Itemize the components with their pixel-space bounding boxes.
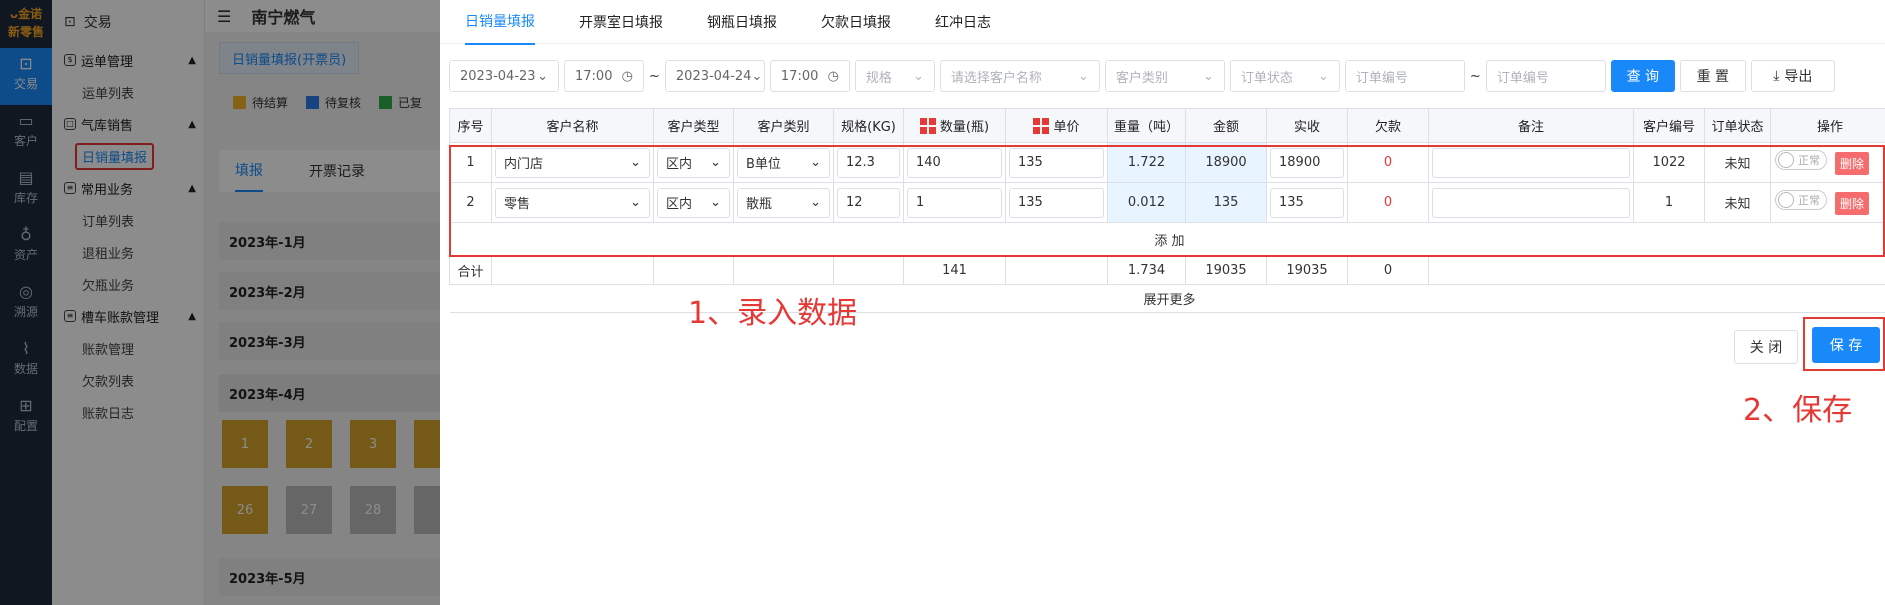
total-amount: 19035 <box>1185 256 1267 285</box>
expand-row: 展开更多 <box>449 284 1885 313</box>
chevron-down-icon: ⌄ <box>1318 68 1329 84</box>
total-owe: 0 <box>1347 256 1429 285</box>
save-button[interactable]: 保 存 <box>1812 327 1880 363</box>
chevron-down-icon: ⌄ <box>537 68 548 84</box>
start-date-picker[interactable]: 2023-04-23 ⌄ <box>449 60 559 92</box>
col-header: 数量(瓶) <box>903 108 1006 143</box>
download-icon: ⤓ <box>1773 68 1780 84</box>
order-no-from-input[interactable]: 订单编号 <box>1344 60 1465 92</box>
daily-sales-dialog: 日销量填报 开票室日填报 钢瓶日填报 欠款日填报 红冲日志 2023-04-23… <box>440 0 1885 605</box>
order-no-to-input[interactable]: 订单编号 <box>1485 60 1606 92</box>
col-header: 操作 <box>1770 108 1885 143</box>
tab-arrears[interactable]: 欠款日填报 <box>821 12 891 32</box>
reset-button[interactable]: 重 置 <box>1679 60 1746 92</box>
modal-backdrop[interactable] <box>0 0 440 605</box>
tab-red-reversal-log[interactable]: 红冲日志 <box>935 12 991 32</box>
annotation-step1: 1、录入数据 <box>688 296 858 331</box>
chevron-down-icon: ⌄ <box>913 68 924 84</box>
total-quantity: 141 <box>903 256 1006 285</box>
grid-icon <box>1033 118 1050 134</box>
col-header: 客户编号 <box>1633 108 1705 143</box>
chevron-down-icon: ⌄ <box>1078 68 1089 84</box>
query-button[interactable]: 查 询 <box>1610 60 1675 92</box>
customer-select[interactable]: 请选择客户名称 ⌄ <box>939 60 1100 92</box>
col-header: 订单状态 <box>1704 108 1771 143</box>
clock-icon: ◷ <box>827 68 839 84</box>
spec-select[interactable]: 规格 ⌄ <box>854 60 935 92</box>
col-header: 客户类别 <box>733 108 834 143</box>
grid-icon <box>919 118 936 134</box>
annotation-step2: 2、保存 <box>1743 393 1853 428</box>
col-header: 重量（吨） <box>1107 108 1186 143</box>
end-time-picker[interactable]: 17:00 ◷ <box>769 60 850 92</box>
filter-bar: 2023-04-23 ⌄ 17:00 ◷ ~ 2023-04-24 ⌄ 17:00 ◷ … <box>449 60 1835 92</box>
chevron-down-icon: ⌄ <box>751 68 763 84</box>
range-separator: ~ <box>649 68 660 84</box>
col-header: 实收 <box>1266 108 1348 143</box>
total-paid: 19035 <box>1266 256 1348 285</box>
clock-icon: ◷ <box>621 68 633 84</box>
table-header-row: 序号 客户名称 客户类型 客户类别 规格(KG) 数量(瓶) 单价 重量（吨） … <box>449 108 1885 143</box>
end-date-picker[interactable]: 2023-04-24 ⌄ <box>664 60 765 92</box>
range-separator: ~ <box>1469 68 1481 84</box>
col-header: 备注 <box>1428 108 1634 143</box>
col-header: 欠款 <box>1347 108 1429 143</box>
dialog-tabs: 日销量填报 开票室日填报 钢瓶日填报 欠款日填报 红冲日志 <box>440 0 1885 45</box>
tab-daily-sales[interactable]: 日销量填报 <box>465 0 535 45</box>
order-status-select[interactable]: 订单状态 ⌄ <box>1229 60 1340 92</box>
customer-category-select[interactable]: 客户类别 ⌄ <box>1104 60 1225 92</box>
total-label: 合计 <box>449 256 492 285</box>
col-header: 序号 <box>449 108 492 143</box>
col-header: 客户类型 <box>653 108 734 143</box>
total-row: 合计 141 1.734 19035 19035 0 <box>449 256 1885 285</box>
export-button[interactable]: ⤓ 导出 <box>1750 60 1835 92</box>
col-header: 规格(KG) <box>833 108 904 143</box>
close-button[interactable]: 关 闭 <box>1734 330 1798 364</box>
col-header: 单价 <box>1005 108 1108 143</box>
chevron-down-icon: ⌄ <box>1203 68 1214 84</box>
col-header: 金额 <box>1185 108 1267 143</box>
tab-cylinder[interactable]: 钢瓶日填报 <box>707 12 777 32</box>
start-time-picker[interactable]: 17:00 ◷ <box>564 60 644 92</box>
expand-more-button[interactable]: 展开更多 <box>449 284 1885 313</box>
highlight-entry-area <box>449 145 1885 257</box>
tab-invoice-room[interactable]: 开票室日填报 <box>579 12 663 32</box>
col-header: 客户名称 <box>491 108 654 143</box>
total-weight: 1.734 <box>1107 256 1186 285</box>
